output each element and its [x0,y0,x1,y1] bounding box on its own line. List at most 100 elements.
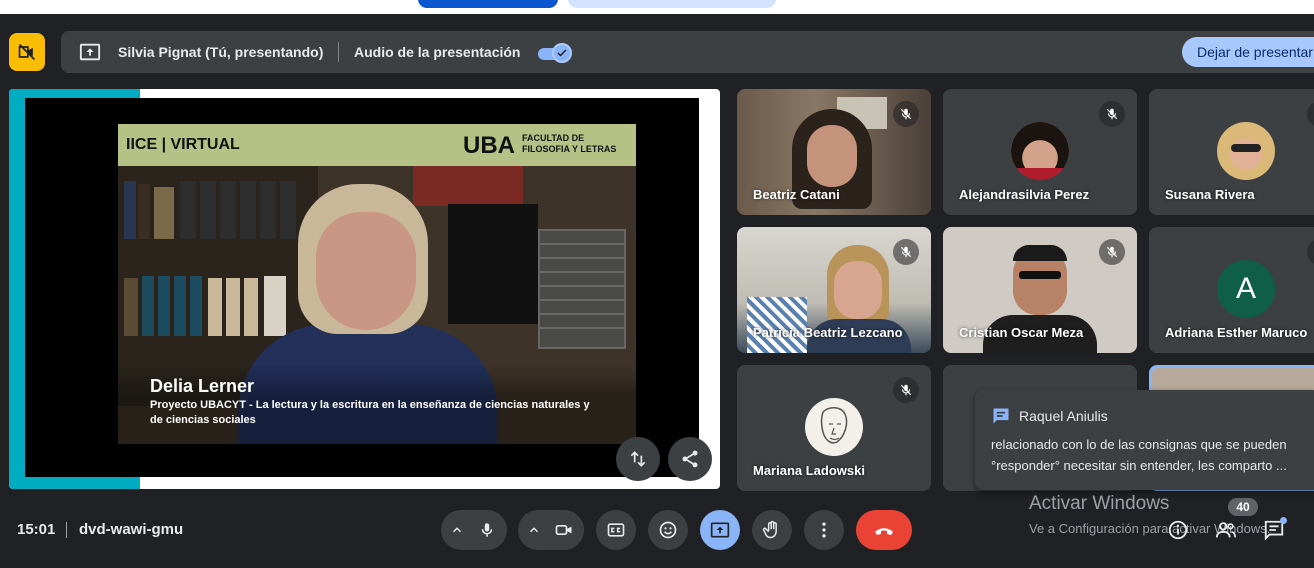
share-icon [682,450,698,468]
top-primary-button[interactable] [418,0,558,8]
participant-name: Beatriz Catani [753,187,840,202]
wall-portrait [448,204,538,324]
mic-off-icon [1106,108,1118,120]
mic-control-group [441,510,507,550]
chat-message-line: °responder° necesitar sin entender, les … [991,458,1287,473]
participant-glasses [1019,271,1061,279]
top-secondary-button[interactable] [568,0,776,8]
more-options-button[interactable] [804,510,844,550]
chevron-up-icon [452,527,462,533]
mic-off-icon [900,246,912,258]
more-vertical-icon [822,522,826,538]
browser-top-strip [0,0,1314,14]
video-camera-icon [555,525,572,535]
emoji-icon [659,521,677,539]
swap-vertical-icon [630,451,646,467]
chat-message: relacionado con lo de las consignas que … [991,434,1314,476]
mic-muted-indicator [1307,101,1314,127]
reactions-button[interactable] [648,510,688,550]
participant-name: Adriana Esther Maruco [1165,325,1308,340]
reposition-button[interactable] [616,437,660,481]
participant-face [807,125,857,187]
participant-tile[interactable]: Patricia Beatriz Lezcano [737,227,931,353]
camera-control-group [518,510,584,550]
mic-muted-indicator [893,377,919,403]
mic-muted-indicator [893,239,919,265]
participant-tile[interactable]: A Adriana Esther Maruco [1149,227,1314,353]
present-now-button[interactable] [700,510,740,550]
presenting-bar: Silvia Pignat (Tú, presentando) Audio de… [61,31,1314,73]
participant-count-badge: 40 [1228,498,1258,516]
books-row [118,179,308,239]
video-frame: IICE | VIRTUAL UBA FACULTAD DE FILOSOFIA… [118,124,636,444]
info-icon [1168,520,1188,540]
camera-button[interactable] [544,510,584,550]
chat-notification[interactable]: Raquel Aniulis relacionado con lo de las… [975,390,1314,490]
mic-off-icon [1106,246,1118,258]
mic-muted-indicator [1099,239,1125,265]
presentation-audio-toggle[interactable] [536,43,574,63]
participant-initial-avatar: A [1217,260,1275,318]
microphone-icon [481,523,493,537]
share-button[interactable] [668,437,712,481]
participant-name: Patricia Beatriz Lezcano [753,325,903,340]
unread-dot [1280,517,1287,524]
sketch-portrait-icon [820,407,848,444]
meeting-details-button[interactable] [1163,515,1193,545]
participant-avatar [805,398,863,456]
bar-divider [338,42,339,62]
file-cabinet [538,229,626,349]
participant-tile[interactable]: Cristian Oscar Meza [943,227,1137,353]
present-screen-icon [710,522,730,538]
raise-hand-button[interactable] [752,510,792,550]
people-icon [1215,522,1236,538]
participant-name: Alejandrasilvia Perez [959,187,1090,202]
people-button[interactable] [1211,515,1241,545]
check-icon [557,49,567,57]
wall-poster [413,166,523,206]
participant-avatar [1217,122,1275,180]
participant-avatar [1011,122,1069,180]
meeting-code: dvd-wawi-gmu [79,521,184,538]
mic-off-icon [900,108,912,120]
stop-presenting-button[interactable]: Dejar de presentar [1182,37,1314,67]
participant-name: Cristian Oscar Meza [959,325,1084,340]
video-off-icon [18,43,36,61]
chat-message-line: relacionado con lo de las consignas que … [991,437,1287,452]
participant-tile[interactable]: Alejandrasilvia Perez [943,89,1137,215]
bottom-divider [66,522,67,538]
participant-face [834,261,882,319]
captions-button[interactable] [596,510,636,550]
clock: 15:01 [17,521,56,538]
speaker-name: Delia Lerner [150,376,255,396]
mic-muted-indicator [1099,101,1125,127]
participant-tile[interactable]: Beatriz Catani [737,89,931,215]
participant-name: Susana Rivera [1165,187,1255,202]
mic-muted-indicator [1307,239,1314,265]
hang-up-icon [875,528,893,535]
video-header-banner: IICE | VIRTUAL UBA FACULTAD DE FILOSOFIA… [118,124,636,166]
faculty-text: FACULTAD DE FILOSOFIA Y LETRAS [522,133,617,154]
participant-hair [1013,245,1067,261]
chevron-up-icon [529,527,539,533]
participant-tile[interactable]: Mariana Ladowski [737,365,931,491]
participant-name: Mariana Ladowski [753,463,865,478]
microphone-button[interactable] [467,510,507,550]
mic-off-icon [900,384,912,396]
slide-video-frame: IICE | VIRTUAL UBA FACULTAD DE FILOSOFIA… [25,98,699,477]
presenter-name: Silvia Pignat (Tú, presentando) [118,44,324,60]
uba-logo-text: UBA [463,132,515,159]
camera-off-indicator[interactable] [9,33,45,71]
participant-tile[interactable]: Susana Rivera [1149,89,1314,215]
closed-captions-icon [607,523,625,537]
chat-button[interactable] [1259,515,1289,545]
leave-call-button[interactable] [856,510,912,550]
toggle-knob [552,43,572,63]
iice-logo-text: IICE | VIRTUAL [126,136,240,153]
chat-icon [993,408,1009,424]
speaker-subtitle: Proyecto UBACYT - La lectura y la escrit… [150,399,590,426]
mic-muted-indicator [893,101,919,127]
presentation-audio-label: Audio de la presentación [354,44,521,60]
chat-sender: Raquel Aniulis [1019,408,1108,424]
hand-icon [762,520,777,539]
